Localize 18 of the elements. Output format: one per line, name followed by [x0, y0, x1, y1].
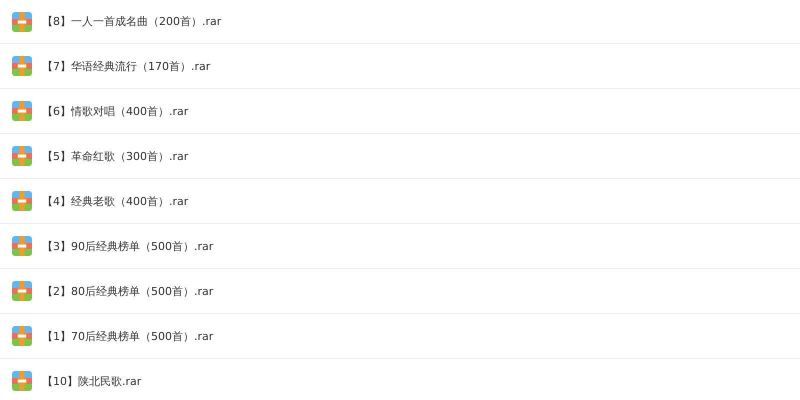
archive-icon	[12, 12, 32, 32]
archive-icon	[12, 371, 32, 391]
archive-icon	[12, 326, 32, 346]
archive-icon	[12, 101, 32, 121]
archive-icon	[12, 56, 32, 76]
file-name[interactable]: 【5】革命红歌（300首）.rar	[42, 148, 188, 164]
file-name[interactable]: 【2】80后经典榜单（500首）.rar	[42, 284, 214, 298]
file-name[interactable]: 【1】70后经典榜单（500首）.rar	[42, 328, 214, 344]
archive-icon	[12, 281, 32, 301]
archive-icon	[12, 236, 32, 256]
archive-icon	[12, 191, 32, 211]
file-name[interactable]: 【10】陕北民歌.rar	[42, 374, 142, 388]
file-name[interactable]: 【8】一人一首成名曲（200首）.rar	[42, 14, 222, 29]
file-name[interactable]: 【4】经典老歌（400首）.rar	[42, 194, 188, 208]
file-name[interactable]: 【6】情歌对唱（400首）.rar	[42, 104, 188, 118]
file-name[interactable]: 【7】华语经典流行（170首）.rar	[42, 58, 210, 74]
file-name[interactable]: 【3】90后经典榜单（500首）.rar	[42, 238, 214, 254]
archive-icon	[12, 146, 32, 166]
